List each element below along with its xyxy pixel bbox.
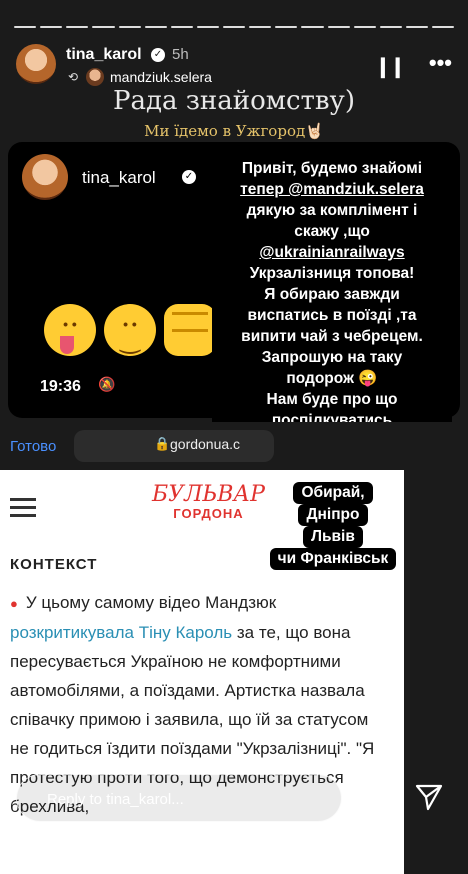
avatar[interactable]	[16, 44, 56, 84]
bubble-line: тепер @mandziuk.selera	[240, 181, 424, 198]
logo-line1: БУЛЬВАР	[152, 482, 265, 507]
bubble-line: Я обираю завжди	[264, 286, 400, 303]
browser-bar: Готово 🔒 gordonua.c	[0, 422, 468, 470]
send-icon[interactable]	[414, 782, 444, 812]
bubble-line: дякую за комплімент і	[246, 202, 418, 219]
bubble-line: скажу ,що	[294, 223, 370, 240]
text-bubble: Привіт, будемо знайомі тепер @mandziuk.s…	[212, 150, 452, 439]
repost-icon: ⟲	[68, 70, 79, 84]
url-text: gordonua.c	[170, 436, 241, 452]
bubble-line: Укрзалізниця топова!	[249, 265, 415, 282]
post-avatar	[22, 154, 68, 200]
story-header: tina_karol ✓ 5h ⟲ mandziuk.selera ❙❙ •••	[16, 44, 452, 88]
bubble-line: виспатись в поїзді ,та	[247, 307, 417, 324]
bell-muted-icon: 🔕	[98, 376, 116, 392]
username[interactable]: tina_karol	[66, 46, 142, 64]
bubble-line: випити чай з чебрецем.	[241, 328, 423, 345]
logo-line2: ГОРДОНА	[173, 506, 244, 521]
article-link: розкритикувала Тіну Кароль	[10, 623, 233, 642]
section-heading: КОНТЕКСТ	[10, 556, 98, 573]
bubble-line: подорож 😜	[286, 370, 378, 387]
timestamp: 5h	[172, 46, 189, 63]
bubble2-line: Дніпро	[298, 504, 368, 526]
text-bubble-2: Обирай, Дніпро Львів чи Франківськ	[258, 482, 408, 570]
story-title: Рада знайомству)	[112, 86, 355, 116]
clock: 19:36	[40, 378, 81, 395]
bubble2-line: Обирай,	[293, 482, 373, 504]
smile-emoji-icon	[104, 304, 156, 356]
bubble2-line: чи Франківськ	[269, 548, 397, 570]
bubble2-line: Львів	[303, 526, 363, 548]
verified-icon: ✓	[182, 170, 196, 184]
bubble-line: Нам буде про що	[266, 391, 398, 408]
story-subtitle: Ми їдемо в Ужгород🤘🏻	[144, 122, 324, 140]
post-username: tina_karol	[82, 168, 156, 187]
bubble-line: @ukrainianrailways	[259, 244, 405, 261]
fist-emoji-icon	[164, 304, 216, 356]
emoji-row	[44, 304, 216, 356]
done-button: Готово	[10, 438, 57, 455]
reply-input[interactable]: Reply to tina_karol...	[16, 774, 342, 822]
reply-placeholder: Reply to tina_karol...	[47, 791, 184, 808]
repost-avatar[interactable]	[86, 68, 104, 86]
site-logo: БУЛЬВАР ГОРДОНА	[152, 482, 265, 522]
story-progress-bar	[14, 26, 455, 28]
more-icon[interactable]: •••	[429, 50, 452, 76]
repost-username[interactable]: mandziuk.selera	[110, 69, 212, 85]
tongue-emoji-icon	[44, 304, 96, 356]
bubble-line: Привіт, будемо знайомі	[241, 160, 423, 177]
bubble-line: Запрошую на таку	[261, 349, 403, 366]
lock-icon: 🔒	[154, 436, 171, 451]
pause-icon[interactable]: ❙❙	[374, 54, 405, 79]
article-before-link: У цьому самому відео Мандзюк	[25, 593, 277, 612]
hamburger-icon	[10, 498, 36, 518]
bullet-dot-icon: ●	[10, 596, 18, 611]
heart-icon[interactable]: ♡	[362, 784, 387, 817]
verified-icon: ✓	[151, 48, 165, 62]
